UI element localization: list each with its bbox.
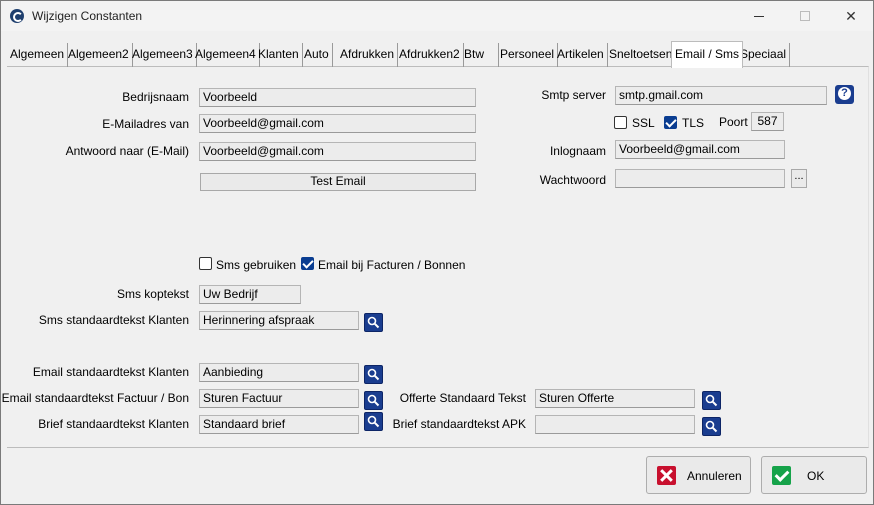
- tab-klanten[interactable]: Klanten: [255, 43, 303, 67]
- tab-email-sms[interactable]: Email / Sms: [671, 41, 744, 68]
- password-field[interactable]: [615, 169, 785, 188]
- email-invoice-search-button[interactable]: [364, 391, 383, 410]
- quote-field[interactable]: Sturen Offerte: [535, 389, 695, 408]
- smtp-server-label: Smtp server: [541, 88, 606, 102]
- tab-algemeen[interactable]: Algemeen: [7, 43, 69, 67]
- cancel-icon: [657, 466, 676, 485]
- search-icon: [367, 394, 380, 407]
- sms-std-text-label: Sms standaardtekst Klanten: [38, 313, 189, 327]
- letter-apk-label: Brief standaardtekst APK: [392, 417, 526, 431]
- checkmark-icon: [772, 466, 791, 485]
- letter-customers-label: Brief standaardtekst Klanten: [38, 417, 189, 431]
- sms-header-field[interactable]: Uw Bedrijf: [199, 285, 301, 304]
- dialog-window: Wijzigen Constanten ✕ Algemeen Algemeen2…: [0, 0, 874, 505]
- maximize-button: [782, 1, 828, 31]
- ok-button[interactable]: OK: [761, 456, 867, 494]
- tab-afdrukken[interactable]: Afdrukken: [337, 43, 399, 67]
- question-icon: ?: [838, 87, 851, 100]
- ssl-checkbox[interactable]: [614, 116, 627, 129]
- sms-use-checkbox[interactable]: [199, 257, 212, 270]
- email-customers-field[interactable]: Aanbieding: [199, 363, 359, 382]
- minimize-button[interactable]: [736, 1, 782, 31]
- password-label: Wachtwoord: [539, 173, 606, 187]
- tab-artikelen[interactable]: Artikelen: [554, 43, 608, 67]
- email-from-label: E-Mailadres van: [102, 117, 189, 131]
- letter-apk-field[interactable]: [535, 415, 695, 434]
- minimize-icon: [754, 15, 764, 17]
- app-logo-icon: [10, 9, 24, 23]
- letter-apk-search-button[interactable]: [702, 417, 721, 436]
- close-icon: ✕: [845, 7, 857, 24]
- quote-label: Offerte Standaard Tekst: [399, 391, 526, 405]
- tls-label: TLS: [682, 116, 705, 130]
- port-field[interactable]: 587: [751, 112, 784, 131]
- sms-std-text-search-button[interactable]: [364, 313, 383, 332]
- window-title: Wijzigen Constanten: [32, 9, 143, 23]
- login-label: Inlognaam: [549, 144, 606, 158]
- tab-personeel[interactable]: Personeel: [497, 43, 559, 67]
- tls-checkbox[interactable]: [664, 116, 677, 129]
- cancel-button[interactable]: Annuleren: [646, 456, 751, 494]
- ssl-label: SSL: [632, 116, 655, 130]
- letter-customers-search-button[interactable]: [364, 412, 383, 431]
- email-invoice-field[interactable]: Sturen Factuur: [199, 389, 359, 408]
- tab-auto[interactable]: Auto: [301, 43, 333, 67]
- login-field[interactable]: Voorbeeld@gmail.com: [615, 140, 785, 159]
- email-customers-label: Email standaardtekst Klanten: [32, 365, 189, 379]
- help-button[interactable]: ?: [835, 85, 854, 104]
- tab-afdrukken2[interactable]: Afdrukken2: [396, 43, 464, 67]
- sms-header-label: Sms koptekst: [116, 287, 189, 301]
- bedrijfsnaam-label: Bedrijsnaam: [122, 90, 189, 104]
- port-label: Poort: [719, 115, 748, 129]
- tab-speciaal[interactable]: Speciaal: [737, 43, 791, 67]
- close-button[interactable]: ✕: [828, 1, 874, 31]
- search-icon: [367, 316, 380, 329]
- sms-std-text-field[interactable]: Herinnering afspraak: [199, 311, 359, 330]
- sms-use-label: Sms gebruiken: [216, 258, 297, 272]
- tab-algemeen4[interactable]: Algemeen4: [192, 43, 260, 67]
- tab-algemeen2[interactable]: Algemeen2: [65, 43, 133, 67]
- email-customers-search-button[interactable]: [364, 365, 383, 384]
- maximize-icon: [800, 11, 810, 21]
- password-browse-button[interactable]: ...: [791, 169, 807, 188]
- reply-to-field[interactable]: Voorbeeld@gmail.com: [199, 142, 476, 161]
- smtp-server-field[interactable]: smtp.gmail.com: [615, 86, 827, 105]
- test-email-button[interactable]: Test Email: [200, 173, 476, 191]
- email-from-field[interactable]: Voorbeeld@gmail.com: [199, 114, 476, 133]
- search-icon: [367, 415, 380, 428]
- email-invoices-label: Email bij Facturen / Bonnen: [318, 258, 466, 272]
- tab-algemeen3[interactable]: Algemeen3: [129, 43, 197, 67]
- search-icon: [705, 420, 718, 433]
- reply-to-label: Antwoord naar (E-Mail): [65, 144, 189, 158]
- search-icon: [367, 368, 380, 381]
- bedrijfsnaam-field[interactable]: Voorbeeld: [199, 88, 476, 107]
- letter-customers-field[interactable]: Standaard brief: [199, 415, 359, 434]
- quote-search-button[interactable]: [702, 391, 721, 410]
- tab-btw[interactable]: Btw: [461, 43, 500, 67]
- title-bar[interactable]: Wijzigen Constanten ✕: [1, 1, 873, 31]
- ok-button-label: OK: [807, 469, 825, 483]
- email-invoices-checkbox[interactable]: [301, 257, 314, 270]
- email-invoice-label: Email standaardtekst Factuur / Bon: [1, 391, 189, 405]
- tab-sneltoetsen[interactable]: Sneltoetsen: [606, 43, 677, 67]
- search-icon: [705, 394, 718, 407]
- cancel-button-label: Annuleren: [687, 469, 742, 483]
